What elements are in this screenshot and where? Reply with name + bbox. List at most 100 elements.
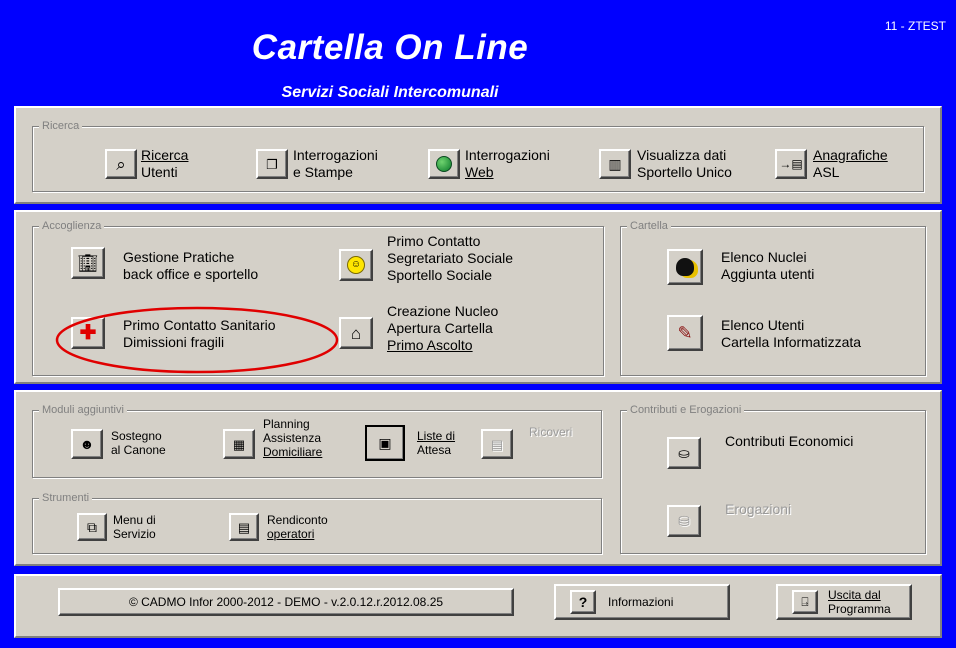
- ricerca-utenti-button[interactable]: ⌕: [105, 149, 137, 179]
- gestione-pratiche-button[interactable]: 🏢︎: [71, 247, 105, 279]
- contributi-economici-label[interactable]: Contributi Economici: [725, 433, 853, 450]
- gestione-pratiche-label[interactable]: Gestione Pratiche back office e sportell…: [123, 249, 258, 283]
- elenco-utenti-line2: Cartella Informatizzata: [721, 334, 862, 350]
- rendiconto-button[interactable]: ▤: [229, 513, 259, 541]
- planning-label[interactable]: Planning Assistenza Domiciliare: [263, 417, 322, 459]
- sportello-unico-label[interactable]: Visualizza dati Sportello Unico: [637, 147, 732, 181]
- creazione-nucleo-line2: Apertura Cartella: [387, 320, 493, 336]
- folder-pen-icon: ✎: [677, 322, 693, 343]
- mask-icon: ☻: [79, 436, 95, 452]
- interrogazioni-web-label[interactable]: Interrogazioni Web: [465, 147, 550, 181]
- interrogazioni-web-line2: Web: [465, 164, 494, 180]
- liste-attesa-label[interactable]: Liste di Attesa: [417, 429, 455, 457]
- environment-code: 11 - ZTEST: [884, 19, 946, 33]
- primo-contatto-button[interactable]: ☺: [339, 249, 373, 281]
- accoglienza-panel: Accoglienza 🏢︎ Gestione Pratiche back of…: [14, 210, 942, 384]
- interrogazioni-web-line1: Interrogazioni: [465, 147, 550, 163]
- sportello-unico-button[interactable]: ▥: [599, 149, 631, 179]
- ricerca-panel: Ricerca ⌕ Ricerca Utenti ❐ Interrogazion…: [14, 106, 942, 204]
- calendar-icon: ▦: [232, 436, 246, 452]
- list-icon: ▣: [378, 435, 392, 451]
- menu-servizio-label[interactable]: Menu di Servizio: [113, 513, 156, 541]
- gestione-pratiche-line2: back office e sportello: [123, 266, 259, 282]
- uscita-line2: Programma: [828, 602, 891, 616]
- interrogazioni-stampe-line1: Interrogazioni: [293, 147, 378, 163]
- contributi-economici-button[interactable]: ⛀: [667, 437, 701, 469]
- informazioni-label: Informazioni: [608, 595, 674, 609]
- building-icon: 🏢︎: [77, 253, 99, 273]
- rendiconto-label[interactable]: Rendiconto operatori: [267, 513, 328, 541]
- ricoveri-label: Ricoveri: [529, 425, 573, 439]
- interrogazioni-stampe-line2: e Stampe: [293, 164, 353, 180]
- sostegno-canone-button[interactable]: ☻: [71, 429, 103, 459]
- head-icon: [676, 258, 694, 276]
- uscita-line1: Uscita dal: [828, 588, 881, 602]
- sostegno-canone-label[interactable]: Sostegno al Canone: [111, 429, 166, 457]
- app-subtitle: Servizi Sociali Intercomunali: [281, 84, 499, 101]
- globe-icon: [436, 156, 452, 172]
- anagrafiche-asl-line2: ASL: [813, 164, 840, 180]
- version-button[interactable]: © CADMO Infor 2000-2012 - DEMO - v.2.0.1…: [58, 588, 514, 616]
- creazione-nucleo-label[interactable]: Creazione Nucleo Apertura Cartella Primo…: [387, 303, 498, 354]
- cartella-legend: Cartella: [627, 219, 671, 233]
- magnifier-icon: ⌕: [116, 154, 126, 174]
- liste-line1: Liste di: [417, 429, 456, 443]
- creazione-nucleo-line1: Creazione Nucleo: [387, 303, 499, 319]
- interrogazioni-stampe-button[interactable]: ❐: [256, 149, 288, 179]
- cartella-group: Cartella Elenco Nuclei Aggiunta utenti ✎…: [620, 219, 926, 376]
- moduli-legend: Moduli aggiuntivi: [39, 403, 127, 417]
- creazione-nucleo-button[interactable]: ⌂: [339, 317, 373, 349]
- rendiconto-line1: Rendiconto: [267, 513, 328, 527]
- elenco-utenti-button[interactable]: ✎: [667, 315, 703, 351]
- rendiconto-line2: operatori: [267, 527, 315, 541]
- primo-contatto-line3: Sportello Sociale: [387, 267, 493, 283]
- coins-icon: ⛁: [678, 513, 690, 529]
- erogazioni-label: Erogazioni: [725, 501, 792, 517]
- documents-icon: ❐: [266, 156, 278, 172]
- planning-line1: Planning: [263, 417, 310, 431]
- sostegno-line2: al Canone: [111, 443, 166, 457]
- app-title: Cartella On Line: [251, 28, 529, 67]
- elenco-nuclei-button[interactable]: [667, 249, 703, 285]
- book-icon: ▥: [608, 156, 622, 172]
- primo-contatto-label[interactable]: Primo Contatto Segretariato Sociale Spor…: [387, 233, 513, 284]
- anagrafiche-asl-button[interactable]: →▤: [775, 149, 807, 179]
- uscita-button[interactable]: ⍈ Uscita dal Programma: [776, 584, 912, 620]
- sportello-unico-line2: Sportello Unico: [637, 164, 732, 180]
- smiley-icon: ☺: [347, 256, 365, 274]
- moduli-panel: Moduli aggiuntivi ☻ Sostegno al Canone ▦…: [14, 390, 942, 566]
- ricerca-utenti-line2: Utenti: [141, 164, 178, 180]
- moduli-group: Moduli aggiuntivi ☻ Sostegno al Canone ▦…: [32, 403, 602, 478]
- exit-door-icon: ⍈: [792, 590, 818, 614]
- primo-contatto-line1: Primo Contatto: [387, 233, 481, 249]
- uscita-label: Uscita dal Programma: [828, 588, 891, 616]
- elenco-nuclei-line1: Elenco Nuclei: [721, 249, 807, 265]
- elenco-nuclei-line2: Aggiunta utenti: [721, 266, 815, 282]
- money-icon: ⛀: [678, 445, 690, 461]
- contributi-group: Contributi e Erogazioni ⛀ Contributi Eco…: [620, 403, 926, 554]
- liste-attesa-button[interactable]: ▣: [365, 425, 405, 461]
- planning-button[interactable]: ▦: [223, 429, 255, 459]
- informazioni-button[interactable]: ? Informazioni: [554, 584, 730, 620]
- footer-panel: © CADMO Infor 2000-2012 - DEMO - v.2.0.1…: [14, 574, 942, 638]
- anagrafiche-asl-line1: Anagrafiche: [813, 147, 888, 163]
- contributi-legend: Contributi e Erogazioni: [627, 403, 745, 417]
- house-icon: ⌂: [350, 323, 362, 343]
- interrogazioni-stampe-label[interactable]: Interrogazioni e Stampe: [293, 147, 378, 181]
- ricerca-utenti-label[interactable]: Ricerca Utenti: [141, 147, 188, 181]
- creazione-nucleo-line3: Primo Ascolto: [387, 337, 473, 353]
- interrogazioni-web-button[interactable]: [428, 149, 460, 179]
- question-icon: ?: [570, 590, 596, 614]
- window-icon: ⧉: [87, 519, 97, 535]
- planning-line2: Assistenza: [263, 431, 322, 445]
- anagrafiche-asl-label[interactable]: Anagrafiche ASL: [813, 147, 888, 181]
- ricoveri-button: ▤: [481, 429, 513, 459]
- arrow-card-icon: →▤: [779, 157, 803, 171]
- elenco-utenti-label[interactable]: Elenco Utenti Cartella Informatizzata: [721, 317, 861, 351]
- menu-servizio-button[interactable]: ⧉: [77, 513, 107, 541]
- elenco-nuclei-label[interactable]: Elenco Nuclei Aggiunta utenti: [721, 249, 814, 283]
- strumenti-group: Strumenti ⧉ Menu di Servizio ▤ Rendicont…: [32, 491, 602, 554]
- erogazioni-button: ⛁: [667, 505, 701, 537]
- accoglienza-group: Accoglienza 🏢︎ Gestione Pratiche back of…: [32, 219, 604, 376]
- menu-servizio-line2: Servizio: [113, 527, 156, 541]
